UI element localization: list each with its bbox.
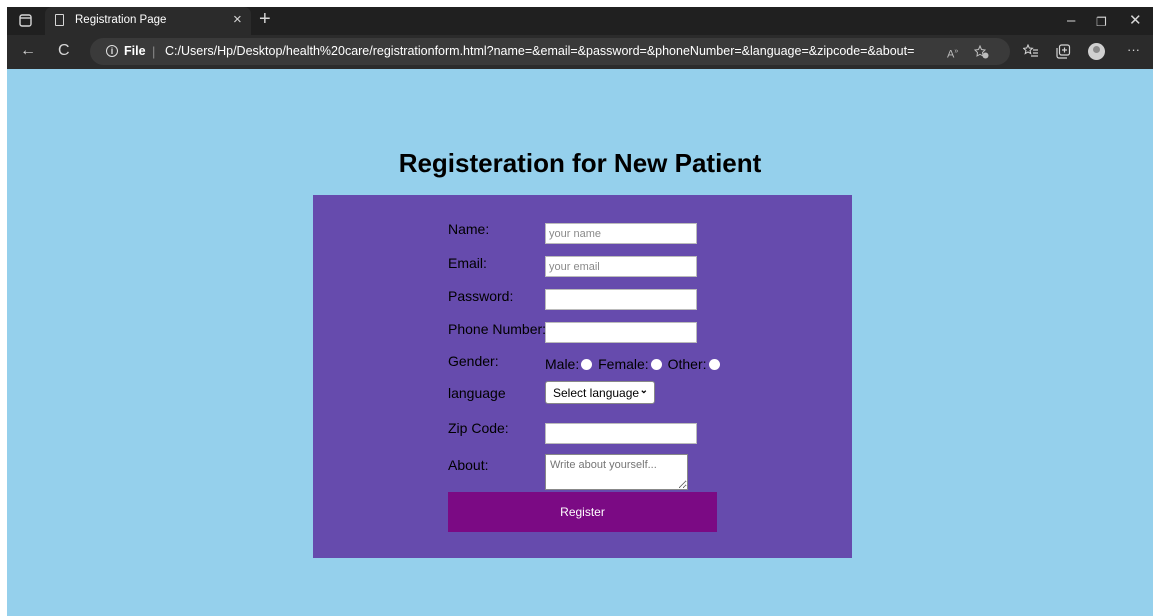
page-title: Registeration for New Patient (398, 148, 762, 178)
new-tab-button[interactable]: + (259, 9, 271, 29)
gender-options: Male: Female: Other: (545, 356, 722, 372)
scheme-label: File (124, 44, 146, 58)
title-bar: Registration Page × + – ❐ ✕ (7, 7, 1153, 35)
gender-female-label: Female: (598, 356, 649, 372)
email-label: Email: (448, 255, 487, 271)
favorite-add-icon[interactable] (974, 45, 989, 59)
address-bar[interactable]: i File | C:/Users/Hp/Desktop/health%20ca… (90, 38, 1010, 65)
browser-window: Registration Page × + – ❐ ✕ ← C i File |… (7, 7, 1153, 616)
navigation-bar: ← C i File | C:/Users/Hp/Desktop/health%… (7, 35, 1153, 69)
phone-number-input[interactable] (545, 322, 697, 343)
about-textarea[interactable] (545, 454, 688, 490)
profile-avatar-icon[interactable] (1088, 43, 1105, 60)
registration-form: Name: Email: Password: Phone Number: Gen… (313, 195, 852, 558)
password-label: Password: (448, 288, 514, 304)
zip-code-input[interactable] (545, 423, 697, 444)
gender-male-label: Male: (545, 356, 580, 372)
tab-title: Registration Page (75, 14, 167, 26)
zip-code-label: Zip Code: (448, 420, 509, 436)
gender-female-radio[interactable] (650, 359, 662, 370)
info-icon[interactable]: i (106, 45, 118, 57)
collections-icon[interactable] (1056, 44, 1071, 59)
email-input[interactable] (545, 256, 697, 277)
chevron-down-icon: ⌄ (639, 385, 648, 396)
back-button[interactable]: ← (20, 43, 36, 59)
minimize-button[interactable]: – (1067, 13, 1075, 28)
language-selected-value: Select language (553, 386, 640, 400)
about-label: About: (448, 457, 489, 473)
gender-label: Gender: (448, 353, 499, 369)
gender-other-radio[interactable] (708, 359, 720, 370)
gender-other-label: Other: (667, 356, 707, 372)
phone-number-label: Phone Number: (448, 321, 547, 337)
name-label: Name: (448, 221, 490, 237)
address-separator: | (152, 44, 156, 59)
password-input[interactable] (545, 289, 697, 310)
close-window-button[interactable]: ✕ (1129, 13, 1142, 28)
gender-male-radio[interactable] (581, 359, 593, 370)
page-icon (55, 14, 64, 26)
more-options-icon[interactable]: ··· (1127, 42, 1140, 58)
register-button[interactable]: Register (448, 492, 717, 532)
language-label: language (448, 385, 506, 401)
restore-button[interactable]: ❐ (1096, 15, 1107, 30)
name-input[interactable] (545, 223, 697, 244)
url-text[interactable]: C:/Users/Hp/Desktop/health%20care/regist… (165, 44, 914, 58)
sidebar-toggle-icon[interactable] (19, 14, 32, 27)
refresh-button[interactable]: C (58, 43, 70, 59)
read-aloud-icon[interactable]: A» (947, 45, 958, 62)
language-select[interactable]: Select language ⌄ (545, 381, 655, 404)
favorites-icon[interactable] (1023, 44, 1039, 58)
close-tab-icon[interactable]: × (233, 12, 242, 27)
tab-registration-page[interactable]: Registration Page × (45, 7, 251, 35)
